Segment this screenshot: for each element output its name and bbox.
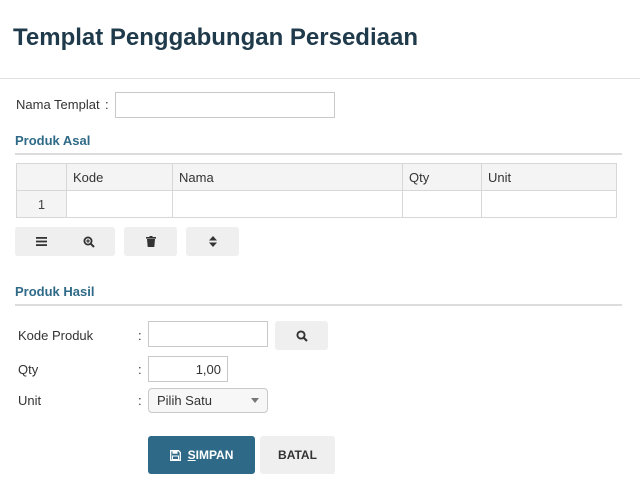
qty-colon: : [138,362,142,377]
unit-select[interactable]: Pilih Satu [148,388,268,413]
cell-unit[interactable] [481,190,617,218]
title-divider [0,78,640,79]
kode-produk-label: Kode Produk [18,328,94,343]
produk-hasil-divider [15,304,622,306]
sort-icon [208,236,217,247]
cell-nama[interactable] [172,190,403,218]
qty-label: Qty [18,362,39,377]
cell-qty[interactable] [402,190,482,218]
column-header-qty[interactable]: Qty [402,163,482,191]
caret-down-icon [251,398,259,403]
save-button-label: SIMPAN [187,448,234,462]
kode-produk-colon: : [138,328,142,343]
unit-colon: : [138,393,142,408]
save-button[interactable]: SIMPAN [148,436,255,474]
cell-kode[interactable] [66,190,173,218]
column-header-number [16,163,67,191]
produk-asal-table: Kode Nama Qty Unit 1 [16,163,617,218]
produk-asal-title: Produk Asal [15,133,91,148]
trash-icon [145,236,156,247]
list-button[interactable] [15,227,68,256]
zoom-icon [83,236,95,248]
nama-templat-input[interactable] [115,92,335,118]
save-icon [169,449,181,461]
qty-input[interactable] [148,356,228,382]
nama-templat-label: Nama Templat [16,97,100,112]
row-number: 1 [16,190,67,218]
nama-templat-colon: : [105,97,109,112]
page-title: Templat Penggabungan Persediaan [13,24,418,51]
produk-asal-divider [15,153,622,155]
sort-button[interactable] [186,227,239,256]
produk-hasil-title: Produk Hasil [15,284,95,299]
kode-produk-input[interactable] [148,321,268,347]
unit-label: Unit [18,393,42,408]
zoom-button[interactable] [62,227,115,256]
column-header-kode[interactable]: Kode [66,163,173,191]
table-header-row: Kode Nama Qty Unit [16,163,617,191]
column-header-unit[interactable]: Unit [481,163,617,191]
search-icon [295,329,308,342]
cancel-button[interactable]: BATAL [260,436,335,474]
list-icon [36,237,47,246]
delete-button[interactable] [124,227,177,256]
search-button[interactable] [275,321,328,350]
unit-select-value: Pilih Satu [157,393,212,408]
column-header-nama[interactable]: Nama [172,163,403,191]
table-row[interactable]: 1 [16,190,617,218]
